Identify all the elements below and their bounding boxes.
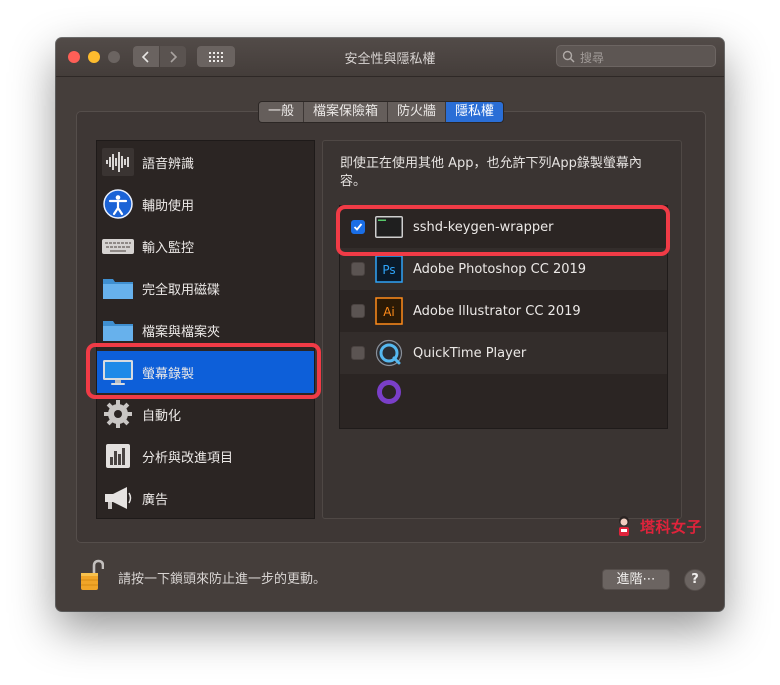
app-row-photoshop[interactable]: Ps Adobe Photoshop CC 2019 [340,248,667,290]
app-checkbox[interactable] [351,220,365,234]
watermark: 塔科女子 [612,514,702,538]
search-placeholder: 搜尋 [580,51,605,65]
preferences-window: 安全性與隱私權 搜尋 一般 檔案保險箱 防火牆 隱私權 語音辨識 輔助使用 輸入… [56,38,724,611]
photoshop-icon: Ps [375,255,403,283]
waveform-icon [102,148,134,176]
help-button[interactable]: ? [684,569,706,591]
search-icon [562,50,575,63]
sidebar-item-full-disk-access[interactable]: 完全取用磁碟 [97,267,314,309]
sidebar-item-accessibility[interactable]: 輔助使用 [97,183,314,225]
terminal-icon [375,216,403,238]
tab-privacy[interactable]: 隱私權 [446,102,504,122]
title-bar: 安全性與隱私權 搜尋 [56,38,724,77]
unlocked-padlock-icon[interactable] [80,559,104,593]
app-name: Adobe Photoshop CC 2019 [413,261,587,277]
watermark-text: 塔科女子 [640,517,703,536]
photoshop-badge: Ps [382,263,395,277]
sidebar-item-files-and-folders[interactable]: 檔案與檔案夾 [97,309,314,351]
lock-instruction: 請按一下鎖頭來防止進一步的更動。 [118,572,327,587]
illustrator-badge: Ai [383,305,395,319]
illustrator-icon: Ai [375,297,403,325]
pane-description: 即使正在使用其他 App，也允許下列App錄製螢幕內容。 [340,156,642,189]
app-row-sshd-keygen-wrapper[interactable]: sshd-keygen-wrapper [340,206,667,248]
app-icon [377,380,401,404]
sidebar-item-label: 輸入監控 [142,240,195,256]
screen-recording-pane: 即使正在使用其他 App，也允許下列App錄製螢幕內容。 sshd-keygen… [322,140,682,519]
sidebar-item-input-monitoring[interactable]: 輸入監控 [97,225,314,267]
app-row-quicktime[interactable]: QuickTime Player [340,332,667,374]
accessibility-icon [103,189,133,219]
app-name: QuickTime Player [413,345,527,361]
app-checkbox[interactable] [351,262,365,276]
watermark-logo [619,516,629,536]
sidebar-item-label: 語音辨識 [142,156,195,172]
sidebar-item-advertising[interactable]: 廣告 [97,477,314,518]
sidebar-item-speech-recognition[interactable]: 語音辨識 [97,141,314,183]
sidebar-item-label: 輔助使用 [142,198,195,214]
app-checkbox[interactable] [351,304,365,318]
gear-icon [104,400,132,428]
app-checkbox[interactable] [351,346,365,360]
sidebar-item-label: 廣告 [142,492,169,508]
chart-icon [106,444,130,468]
folder-icon [103,279,133,299]
app-row-illustrator[interactable]: Ai Adobe Illustrator CC 2019 [340,290,667,332]
app-permission-list: sshd-keygen-wrapper Ps Adobe Photoshop C… [339,205,668,429]
search-field[interactable]: 搜尋 [556,45,716,67]
sidebar-item-analytics[interactable]: 分析與改進項目 [97,435,314,477]
app-name: Adobe Illustrator CC 2019 [413,303,581,319]
folder-icon [103,321,133,341]
tab-bar: 一般 檔案保險箱 防火牆 隱私權 [258,101,505,123]
sidebar-item-screen-recording[interactable]: 螢幕錄製 [97,351,314,393]
sidebar-item-label: 螢幕錄製 [142,366,195,382]
tab-general[interactable]: 一般 [259,102,305,122]
lock-area: 請按一下鎖頭來防止進一步的更動。 [80,558,326,594]
app-name: sshd-keygen-wrapper [413,219,554,235]
sidebar-item-label: 完全取用磁碟 [142,282,221,298]
tab-filevault[interactable]: 檔案保險箱 [304,102,389,122]
monitor-icon [103,360,133,385]
checkmark-icon [353,223,363,231]
sidebar-item-automation[interactable]: 自動化 [97,393,314,435]
keyboard-icon [102,239,134,254]
sidebar-item-label: 分析與改進項目 [142,450,234,466]
megaphone-icon [105,487,132,509]
advanced-button[interactable]: 進階⋯ [602,569,670,590]
quicktime-icon [375,339,403,367]
sidebar-item-label: 檔案與檔案夾 [142,324,221,340]
privacy-category-list: 語音辨識 輔助使用 輸入監控 完全取用磁碟 檔案與檔案夾 螢幕錄製 自動化 分析… [96,140,315,519]
app-row-partial[interactable] [340,374,667,416]
tab-firewall[interactable]: 防火牆 [388,102,447,122]
sidebar-item-label: 自動化 [142,408,182,424]
